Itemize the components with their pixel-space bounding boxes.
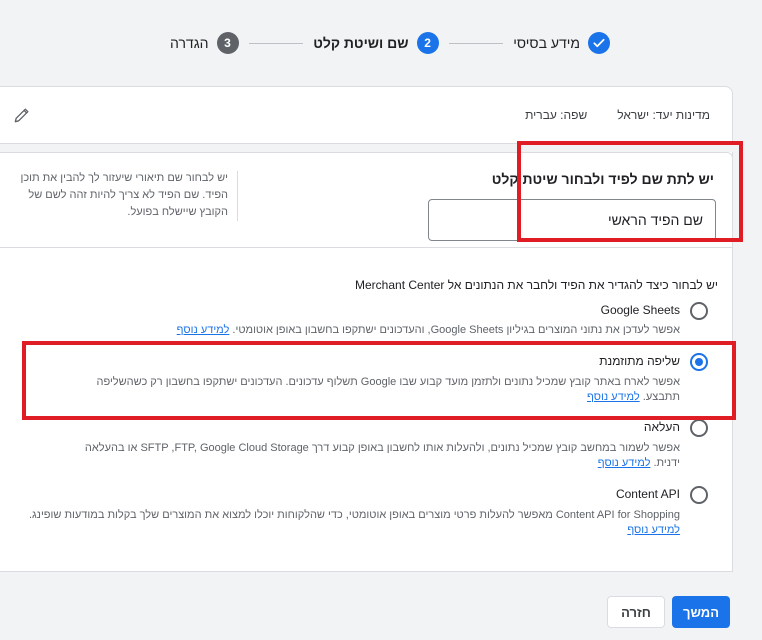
pencil-icon[interactable] (12, 105, 32, 125)
radio-content-api[interactable] (690, 486, 708, 504)
option-title: Google Sheets (600, 303, 680, 317)
feed-name-title: יש לתת שם לפיד ולבחור שיטת קלט (491, 171, 714, 187)
option-description-text: Content API for Shopping מאפשר להעלות פר… (28, 509, 680, 521)
learn-more-link[interactable]: למידע נוסף (627, 524, 680, 536)
step-label: מידע בסיסי (513, 35, 581, 51)
step-connector (248, 42, 304, 44)
continue-button[interactable]: המשך (672, 596, 730, 628)
stepper: הגדרה 3 שם ושיטת קלט 2 מידע בסיסי (170, 30, 611, 56)
step-number-badge: 3 (216, 32, 239, 54)
divider (237, 171, 238, 221)
option-description: אפשר לשמור במחשב קובץ שמכיל נתונים, ולהע… (58, 441, 680, 471)
option-title: Content API (615, 487, 680, 501)
option-description: אפשר לעדכן את נתוני המוצרים בגיליון Goog… (160, 323, 680, 338)
feed-language: שפה: עברית (525, 108, 588, 122)
radio-upload[interactable] (690, 419, 708, 437)
radio-scheduled-fetch[interactable] (690, 353, 708, 371)
target-country: מדינות יעד: ישראל (617, 108, 710, 122)
back-button[interactable]: חזרה (607, 596, 665, 628)
option-description-text: אפשר לשמור במחשב קובץ שמכיל נתונים, ולהע… (84, 442, 680, 469)
step-basic-info: מידע בסיסי (513, 32, 611, 54)
option-title: העלאה (643, 420, 680, 434)
feed-setup-card: יש לתת שם לפיד ולבחור שיטת קלט יש לבחור … (0, 152, 733, 572)
summary-info: מדינות יעד: ישראל שפה: עברית (525, 108, 710, 122)
option-description: אפשר לארח באתר קובץ שמכיל נתונים ולתזמן … (58, 375, 680, 405)
option-title: שליפה מתוזמנת (599, 354, 680, 368)
radio-google-sheets[interactable] (690, 302, 708, 320)
learn-more-link[interactable]: למידע נוסף (587, 391, 640, 403)
option-description-text: אפשר לעדכן את נתוני המוצרים בגיליון Goog… (232, 324, 680, 336)
learn-more-link[interactable]: למידע נוסף (598, 457, 651, 469)
step-setup: הגדרה 3 (170, 32, 239, 54)
feed-name-section: יש לתת שם לפיד ולבחור שיטת קלט יש לבחור … (0, 152, 733, 248)
step-label: שם ושיטת קלט (313, 35, 409, 51)
check-icon (588, 32, 611, 54)
step-connector (448, 42, 504, 44)
input-method-question: יש לבחור כיצד להגדיר את הפיד ולחבר את הנ… (355, 278, 718, 292)
step-name-and-input: שם ושיטת קלט 2 (313, 32, 439, 54)
feed-name-help-text: יש לבחור שם תיאורי שיעזור לך להבין את תו… (20, 172, 228, 218)
option-description: Content API for Shopping מאפשר להעלות פר… (20, 508, 680, 538)
basic-info-summary: מדינות יעד: ישראל שפה: עברית (0, 86, 733, 144)
learn-more-link[interactable]: למידע נוסף (177, 324, 230, 336)
step-label: הגדרה (170, 35, 209, 51)
step-number-badge: 2 (416, 32, 439, 54)
feed-name-input[interactable] (428, 199, 716, 241)
